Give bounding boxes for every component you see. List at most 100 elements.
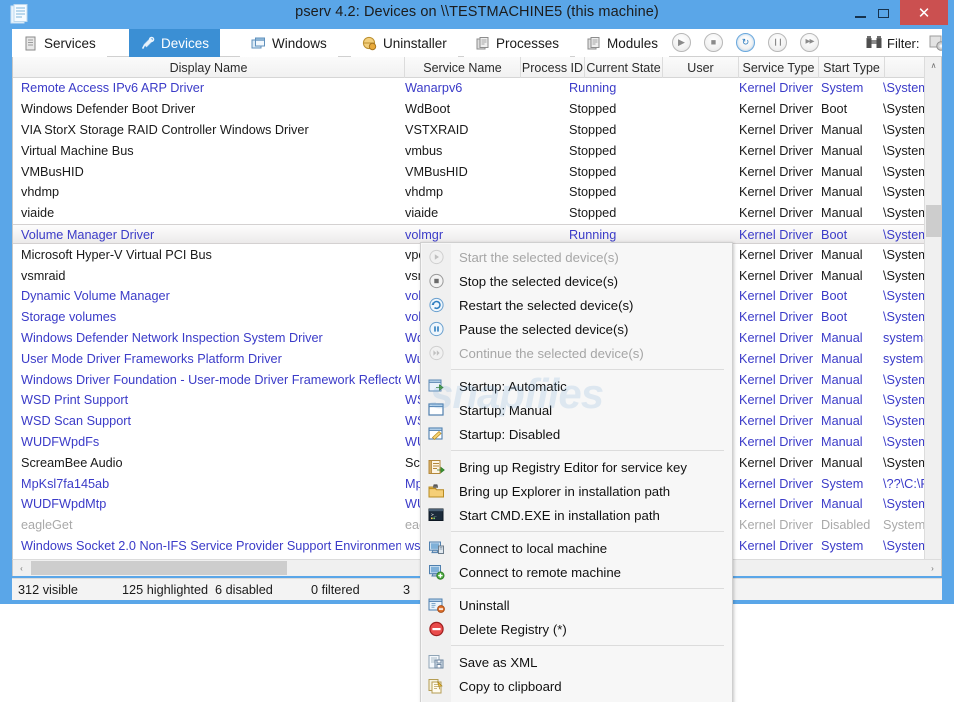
vertical-scrollbar-thumb[interactable] (926, 205, 941, 237)
restart-circle-icon (428, 297, 445, 313)
window-title: pserv 4.2: Devices on \\TESTMACHINE5 (th… (295, 4, 659, 20)
menu-item-save-as-xml[interactable]: Save as XML (421, 650, 732, 674)
cell-stype: Kernel Driver (739, 102, 814, 117)
menu-item-stop-the-selected-device-s[interactable]: Stop the selected device(s) (421, 269, 732, 293)
context-menu: Start the selected device(s) Stop the sel… (420, 242, 733, 702)
menu-item-uninstall[interactable]: Uninstall (421, 593, 732, 617)
cell-stype: Kernel Driver (739, 351, 814, 366)
menu-item-delete-registry[interactable]: Delete Registry (*) (421, 617, 732, 641)
tab-devices[interactable]: Devices (129, 29, 221, 57)
startup-manual-icon (428, 402, 445, 418)
cell-user (643, 99, 739, 120)
toolbar-restart-button[interactable]: ↻ (736, 33, 755, 52)
cell-stype: Kernel Driver (739, 310, 814, 325)
menu-item-startup-manual[interactable]: Startup: Manual (421, 398, 732, 422)
menu-item-start-cmd-exe-in-installation-path[interactable]: Start CMD.EXE in installation path (421, 503, 732, 527)
scroll-up-icon[interactable]: ∧ (925, 57, 941, 74)
cell-name: Storage volumes (21, 310, 117, 325)
cell-start: Disabled (821, 518, 871, 533)
menu-item-continue-the-selected-device-s: Continue the selected device(s) (421, 341, 732, 365)
cell-path: system32\D (883, 330, 926, 345)
maximize-icon[interactable] (878, 9, 889, 18)
tab-processes[interactable]: Processes (464, 29, 571, 57)
cell-user (643, 203, 739, 224)
tab-label: Windows (272, 35, 327, 51)
stop-circle-icon (428, 273, 445, 289)
column-header-current-state[interactable]: Current State (585, 57, 663, 78)
tab-label: Processes (496, 35, 560, 51)
cell-name: Windows Driver Foundation - User-mode Dr… (21, 372, 401, 387)
column-header-service-name[interactable]: Service Name (405, 57, 521, 78)
tab-windows[interactable]: Windows (240, 29, 338, 57)
column-header-start-type[interactable]: Start Type (819, 57, 885, 78)
cell-name: viaide (21, 206, 55, 221)
tab-label: Services (44, 35, 96, 51)
column-header-display-name[interactable]: Display Name (13, 57, 405, 78)
menu-separator (451, 450, 724, 451)
uninstall-icon (428, 597, 445, 613)
console-icon (428, 507, 445, 523)
window-frame-right (942, 29, 954, 602)
cell-stype: Kernel Driver (739, 143, 814, 158)
vertical-scrollbar[interactable]: ∧ ∨ (924, 57, 941, 576)
table-row[interactable]: vhdmp vhdmp Stopped Kernel Driver Manual \Sys… (13, 182, 926, 203)
menu-item-pause-the-selected-device-s[interactable]: Pause the selected device(s) (421, 317, 732, 341)
cell-stype: Kernel Driver (739, 538, 814, 553)
menu-item-label: Startup: Manual (459, 402, 553, 418)
cell-stype: Kernel Driver (739, 185, 814, 200)
horizontal-scrollbar-thumb[interactable] (31, 561, 287, 575)
cell-start: System (821, 81, 864, 96)
wrench-icon (140, 36, 155, 51)
menu-item-bring-up-explorer-in-installation-path[interactable]: Bring up Explorer in installation path (421, 479, 732, 503)
toolbar-pause-button[interactable]: ❙❙ (768, 33, 787, 52)
cell-name: WSD Scan Support (21, 414, 132, 429)
scroll-right-icon[interactable]: › (924, 560, 941, 576)
menu-item-copy-to-clipboard[interactable]: Copy to clipboard (421, 674, 732, 698)
cell-start: Manual (821, 185, 863, 200)
menu-item-startup-disabled[interactable]: Startup: Disabled (421, 422, 732, 446)
cell-user (643, 182, 739, 203)
toolbar-stop-button[interactable]: ■ (704, 33, 723, 52)
tab-modules[interactable]: Modules (575, 29, 670, 57)
table-row[interactable]: VMBusHID VMBusHID Stopped Kernel Driver Manu… (13, 161, 926, 182)
cell-path: \SystemRo (883, 81, 926, 96)
toolbar-continue-button[interactable]: ▶▶ (800, 33, 819, 52)
column-header-process-id[interactable]: Process ID (521, 57, 585, 78)
tab-uninstaller[interactable]: Uninstaller (351, 29, 458, 57)
column-header-service-type[interactable]: Service Type (739, 57, 819, 78)
cell-name: VIA StorX Storage RAID Controller Window… (21, 122, 309, 137)
menu-item-label: Startup: Disabled (459, 426, 561, 442)
minimize-icon (855, 16, 866, 18)
menu-item-connect-to-local-machine[interactable]: Connect to local machine (421, 536, 732, 560)
menu-item-restart-the-selected-device-s[interactable]: Restart the selected device(s) (421, 293, 732, 317)
menu-item-startup-automatic[interactable]: Startup: Automatic (421, 374, 732, 398)
cell-start: Manual (821, 497, 863, 512)
table-row[interactable]: VIA StorX Storage RAID Controller Window… (13, 120, 926, 141)
scroll-left-icon[interactable]: ‹ (13, 560, 30, 576)
cell-start: System (821, 538, 864, 553)
cell-start: Manual (821, 164, 863, 179)
close-button[interactable]: ✕ (900, 0, 948, 25)
cell-svc: vmbus (405, 143, 443, 158)
tab-label: Uninstaller (383, 35, 447, 51)
toolbar-start-button[interactable]: ▶ (672, 33, 691, 52)
cell-stype: Kernel Driver (739, 455, 814, 470)
menu-item-bring-up-registry-editor-for-service-key[interactable]: Bring up Registry Editor for service key (421, 455, 732, 479)
table-row[interactable]: Virtual Machine Bus vmbus Stopped Kernel Dr… (13, 140, 926, 161)
table-row[interactable]: Windows Defender Boot Driver WdBoot Stoppe… (13, 99, 926, 120)
package-box-icon (362, 36, 377, 51)
cell-start: Manual (821, 414, 863, 429)
menu-item-label: Continue the selected device(s) (459, 345, 644, 361)
cell-path: \SystemRo (883, 455, 926, 470)
cell-path: \SystemRo (883, 227, 926, 242)
tab-services[interactable]: Services (12, 29, 107, 57)
column-header-user[interactable]: User (663, 57, 739, 78)
cell-name: eagleGet (21, 518, 73, 533)
process-chip-icon (475, 36, 490, 51)
table-row[interactable]: Remote Access IPv6 ARP Driver Wanarpv6 Run… (13, 78, 926, 99)
table-row[interactable]: viaide viaide Stopped Kernel Driver Manual \S… (13, 203, 926, 224)
cell-start: Manual (821, 455, 863, 470)
cell-start: Boot (821, 289, 848, 304)
cell-name: ScreamBee Audio (21, 455, 123, 470)
menu-item-connect-to-remote-machine[interactable]: Connect to remote machine (421, 560, 732, 584)
